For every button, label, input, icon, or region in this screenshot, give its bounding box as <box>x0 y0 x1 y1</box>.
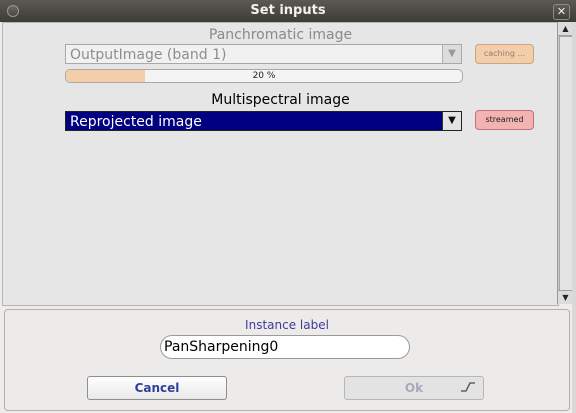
close-icon: ✕ <box>556 5 567 18</box>
set-inputs-dialog: Set inputs ✕ Panchromatic image OutputIm… <box>0 0 576 413</box>
arrow-down-icon[interactable]: ▼ <box>558 290 573 304</box>
multispectral-selected-value: Reprojected image <box>70 114 202 130</box>
arrow-up-icon[interactable]: ▲ <box>558 22 573 36</box>
ok-button[interactable]: Ok <box>344 376 484 400</box>
resize-grip-icon <box>461 382 475 392</box>
chevron-down-icon[interactable]: ▼ <box>442 45 461 63</box>
multispectral-label: Multispectral image <box>211 92 350 108</box>
caching-status-button[interactable]: caching ... <box>475 44 534 64</box>
panchromatic-select[interactable]: OutputImage (band 1) ▼ <box>65 44 462 64</box>
close-button[interactable]: ✕ <box>553 4 570 20</box>
title-bar: Set inputs ✕ <box>0 0 576 22</box>
instance-label-heading: Instance label <box>245 318 329 332</box>
progress-text: 20 % <box>252 71 276 81</box>
panchromatic-progress-bar: 20 % <box>65 69 463 83</box>
streamed-status-button[interactable]: streamed <box>475 110 534 130</box>
vertical-scrollbar[interactable]: ▲ ▼ <box>557 22 573 304</box>
cancel-button[interactable]: Cancel <box>87 376 227 400</box>
instance-panel: Instance label Cancel Ok <box>4 309 570 411</box>
scrollbar-thumb[interactable] <box>559 36 573 292</box>
panchromatic-label: Panchromatic image <box>208 27 353 43</box>
inputs-panel: Panchromatic image OutputImage (band 1) … <box>2 22 559 306</box>
instance-label-input[interactable] <box>160 335 410 359</box>
window-title: Set inputs <box>250 3 326 18</box>
panchromatic-selected-value: OutputImage (band 1) <box>70 47 227 63</box>
window-edge <box>572 22 576 413</box>
ok-button-label: Ok <box>404 381 424 395</box>
chevron-down-icon[interactable]: ▼ <box>442 112 461 130</box>
multispectral-select[interactable]: Reprojected image ▼ <box>65 111 462 131</box>
